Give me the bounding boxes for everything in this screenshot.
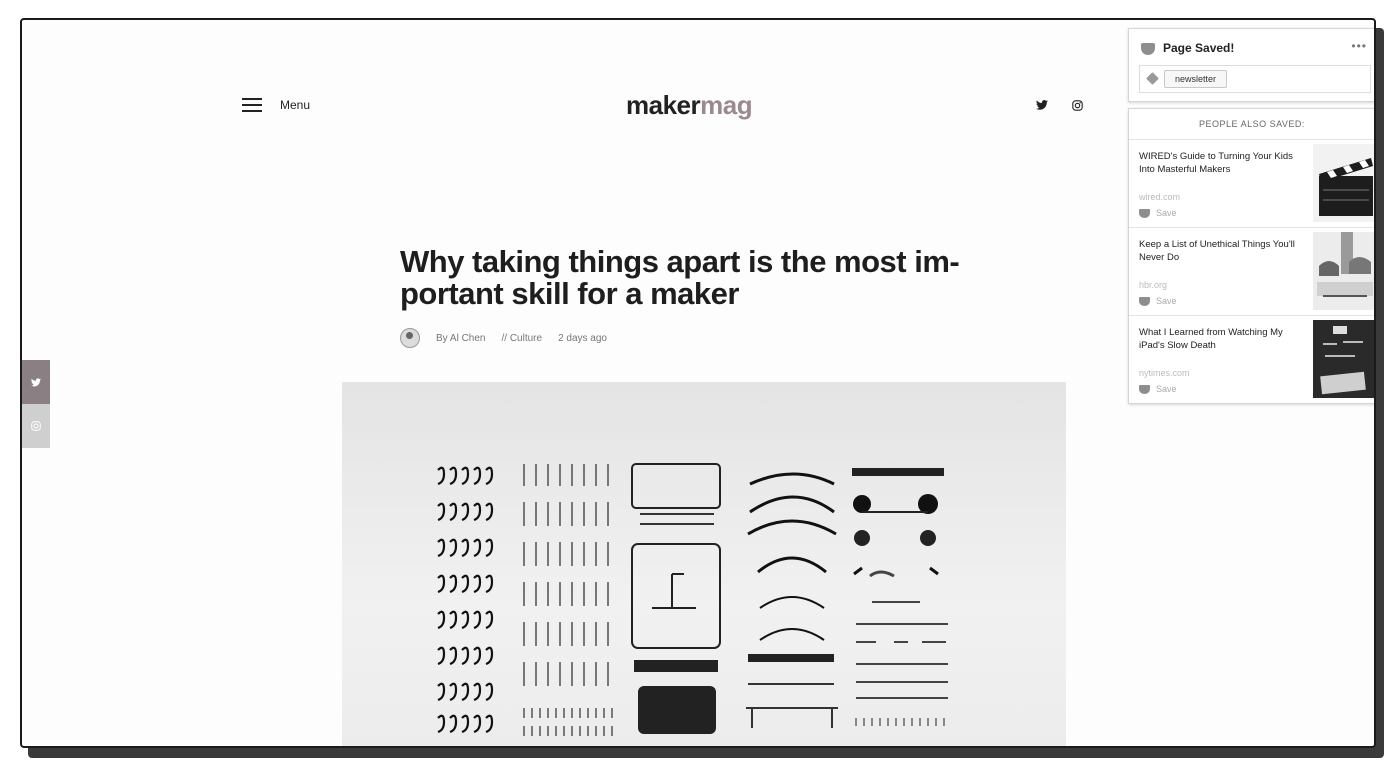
save-button[interactable]: Save (1139, 384, 1177, 394)
author-avatar (400, 328, 420, 348)
list-item: What I Learned from Watching My iPad's S… (1129, 316, 1374, 403)
article-time: 2 days ago (558, 332, 607, 344)
pocket-saved-panel: Page Saved! ••• newsletter (1128, 28, 1374, 102)
hero-image-disassembled-typewriter (342, 382, 1066, 746)
logo-mag: mag (700, 90, 753, 120)
list-item: WIRED's Guide to Turning Your Kids Into … (1129, 140, 1374, 228)
article-category[interactable]: // Culture (501, 333, 542, 344)
side-instagram-share-button[interactable] (22, 404, 50, 448)
tag-input[interactable]: newsletter (1139, 65, 1371, 93)
item-domain: hbr.org (1139, 280, 1168, 290)
item-domain: nytimes.com (1139, 368, 1190, 378)
more-options-icon[interactable]: ••• (1351, 39, 1367, 53)
pocket-logo-icon (1141, 43, 1155, 55)
save-label: Save (1156, 296, 1177, 306)
item-title[interactable]: Keep a List of Unethical Things You'll N… (1139, 238, 1307, 264)
logo-maker: maker (626, 90, 701, 120)
item-thumbnail-hands[interactable] (1313, 232, 1374, 310)
instagram-icon (31, 421, 41, 431)
save-label: Save (1156, 208, 1177, 218)
item-domain: wired.com (1139, 192, 1181, 202)
save-button[interactable]: Save (1139, 208, 1177, 218)
item-thumbnail-ipad-parts[interactable] (1313, 320, 1374, 398)
twitter-icon[interactable] (1036, 100, 1048, 114)
pocket-saved-title: Page Saved! (1163, 41, 1235, 55)
also-saved-heading: PEOPLE ALSO SAVED: (1129, 109, 1374, 140)
pocket-save-icon (1139, 384, 1150, 394)
hamburger-icon (242, 98, 262, 112)
save-button[interactable]: Save (1139, 296, 1177, 306)
item-title[interactable]: What I Learned from Watching My iPad's S… (1139, 326, 1307, 352)
tag-icon (1146, 72, 1159, 85)
instagram-icon[interactable] (1072, 100, 1083, 114)
item-title[interactable]: WIRED's Guide to Turning Your Kids Into … (1139, 150, 1307, 176)
header-social-links (1036, 100, 1083, 114)
twitter-icon (31, 377, 41, 386)
menu-button[interactable]: Menu (242, 98, 310, 112)
pocket-save-icon (1139, 208, 1150, 218)
tag-chip[interactable]: newsletter (1164, 70, 1228, 88)
browser-window: Menu makermag Why taking things apart is… (20, 18, 1376, 748)
menu-label: Menu (280, 98, 311, 112)
item-thumbnail-clapperboard[interactable] (1313, 144, 1374, 222)
people-also-saved-panel: PEOPLE ALSO SAVED: WIRED's Guide to Turn… (1128, 108, 1374, 404)
side-twitter-share-button[interactable] (22, 360, 50, 404)
article-meta: By Al Chen // Culture 2 days ago (400, 328, 607, 348)
side-share-bar (22, 360, 50, 448)
article-title: Why taking things apart is the most im-p… (400, 244, 960, 311)
save-label: Save (1156, 384, 1177, 394)
pocket-save-icon (1139, 296, 1150, 306)
site-logo[interactable]: makermag (626, 90, 753, 121)
article-author[interactable]: By Al Chen (436, 333, 485, 344)
list-item: Keep a List of Unethical Things You'll N… (1129, 228, 1374, 316)
